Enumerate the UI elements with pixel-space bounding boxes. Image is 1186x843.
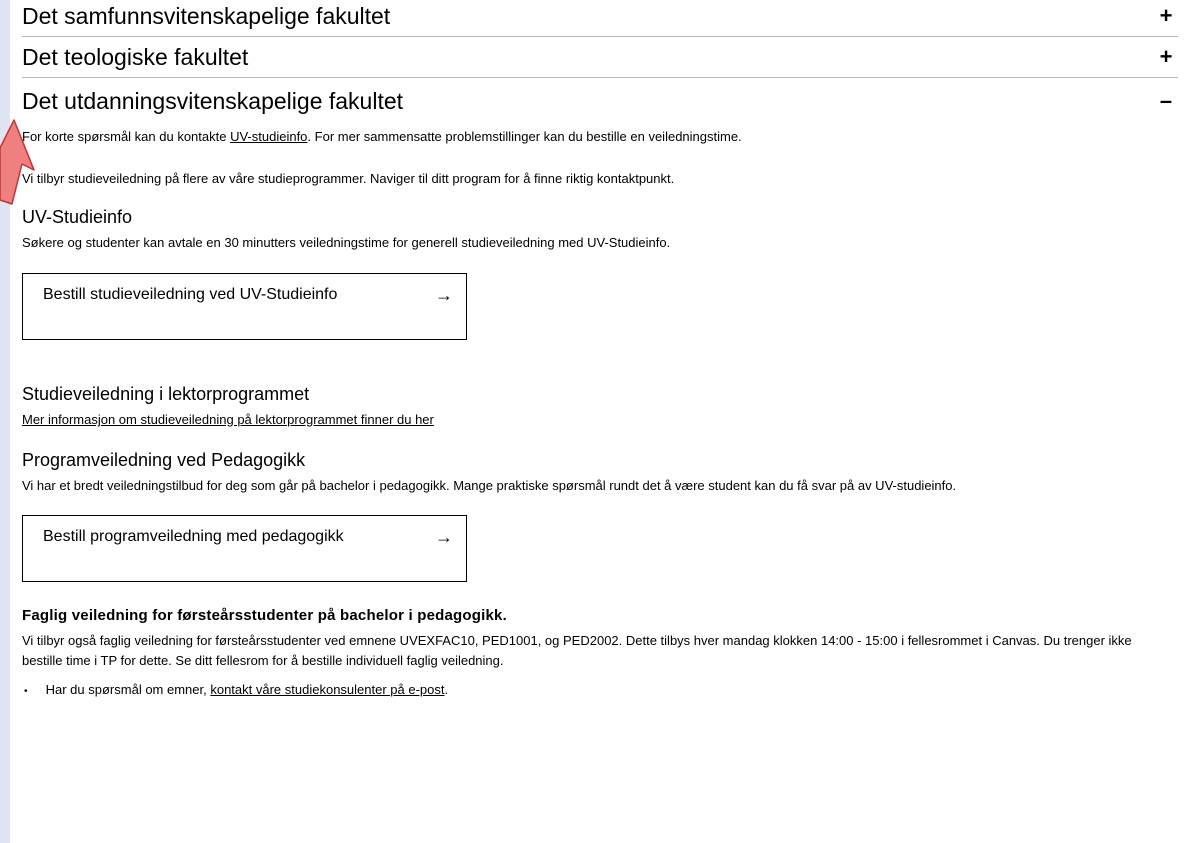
plus-icon: + [1159, 44, 1173, 69]
bullet-text: Har du spørsmål om emner, [45, 682, 211, 697]
accordion-header-teologiske[interactable]: Det teologiske fakultet + [22, 37, 1178, 78]
minus-icon: – [1159, 88, 1173, 113]
intro2-paragraph: Vi tilbyr studieveiledning på flere av v… [22, 171, 675, 186]
intro-text: For korte spørsmål kan du kontakte [22, 129, 231, 144]
list-item: Har du spørsmål om emner, kontakt våre s… [22, 680, 1178, 702]
uv-studieinfo-heading: UV-Studieinfo [22, 207, 133, 227]
mouse-pointer-icon [0, 119, 35, 205]
uv-studieinfo-text: Søkere og studenter kan avtale en 30 min… [22, 235, 671, 250]
bullet-text-end: . [444, 682, 449, 697]
book-uv-studieinfo-button[interactable]: Bestill studieveiledning ved UV-Studiein… [22, 273, 467, 340]
accordion-panel-utdanningsvitenskapelige: For korte spørsmål kan du kontakte UV-st… [22, 127, 1178, 702]
accordion-title: Det teologiske fakultet [22, 44, 249, 70]
main-content: Det samfunnsvitenskapelige fakultet + De… [22, 0, 1178, 702]
faglig-text: Vi tilbyr også faglig veiledning for før… [22, 633, 1132, 668]
button-label: Bestill studieveiledning ved UV-Studiein… [43, 286, 338, 303]
book-programveiledning-button[interactable]: Bestill programveiledning med pedagogikk… [22, 515, 467, 582]
lektor-paragraph: Mer informasjon om studieveiledning på l… [22, 410, 1178, 430]
accordion-header-utdanningsvitenskapelige[interactable]: Det utdanningsvitenskapelige fakultet – [22, 78, 1178, 124]
contact-consultants-link[interactable]: kontakt våre studiekonsulenter på e-post [210, 682, 444, 697]
uv-studieinfo-link[interactable]: UV-studieinfo [230, 129, 307, 144]
button-label: Bestill programveiledning med pedagogikk [43, 528, 344, 545]
lektor-info-link[interactable]: Mer informasjon om studieveiledning på l… [22, 412, 434, 427]
pedagogikk-text: Vi har et bredt veiledningstilbud for de… [22, 478, 957, 493]
accordion-header-samfunnsvitenskapelige[interactable]: Det samfunnsvitenskapelige fakultet + [22, 0, 1178, 37]
lektor-heading: Studieveiledning i lektorprogrammet [22, 384, 310, 404]
accordion-title: Det utdanningsvitenskapelige fakultet [22, 88, 404, 114]
accordion-title: Det samfunnsvitenskapelige fakultet [22, 3, 391, 29]
plus-icon: + [1159, 3, 1173, 28]
arrow-right-icon: → [435, 285, 453, 305]
faglig-heading: Faglig veiledning for førsteårsstudenter… [22, 607, 507, 624]
faglig-bullet-list: Har du spørsmål om emner, kontakt våre s… [22, 680, 1178, 702]
intro-paragraph: For korte spørsmål kan du kontakte UV-st… [22, 127, 1178, 147]
intro-text-end: . For mer sammensatte problemstillinger … [307, 129, 742, 144]
arrow-right-icon: → [435, 527, 453, 547]
pedagogikk-heading: Programveiledning ved Pedagogikk [22, 450, 306, 470]
